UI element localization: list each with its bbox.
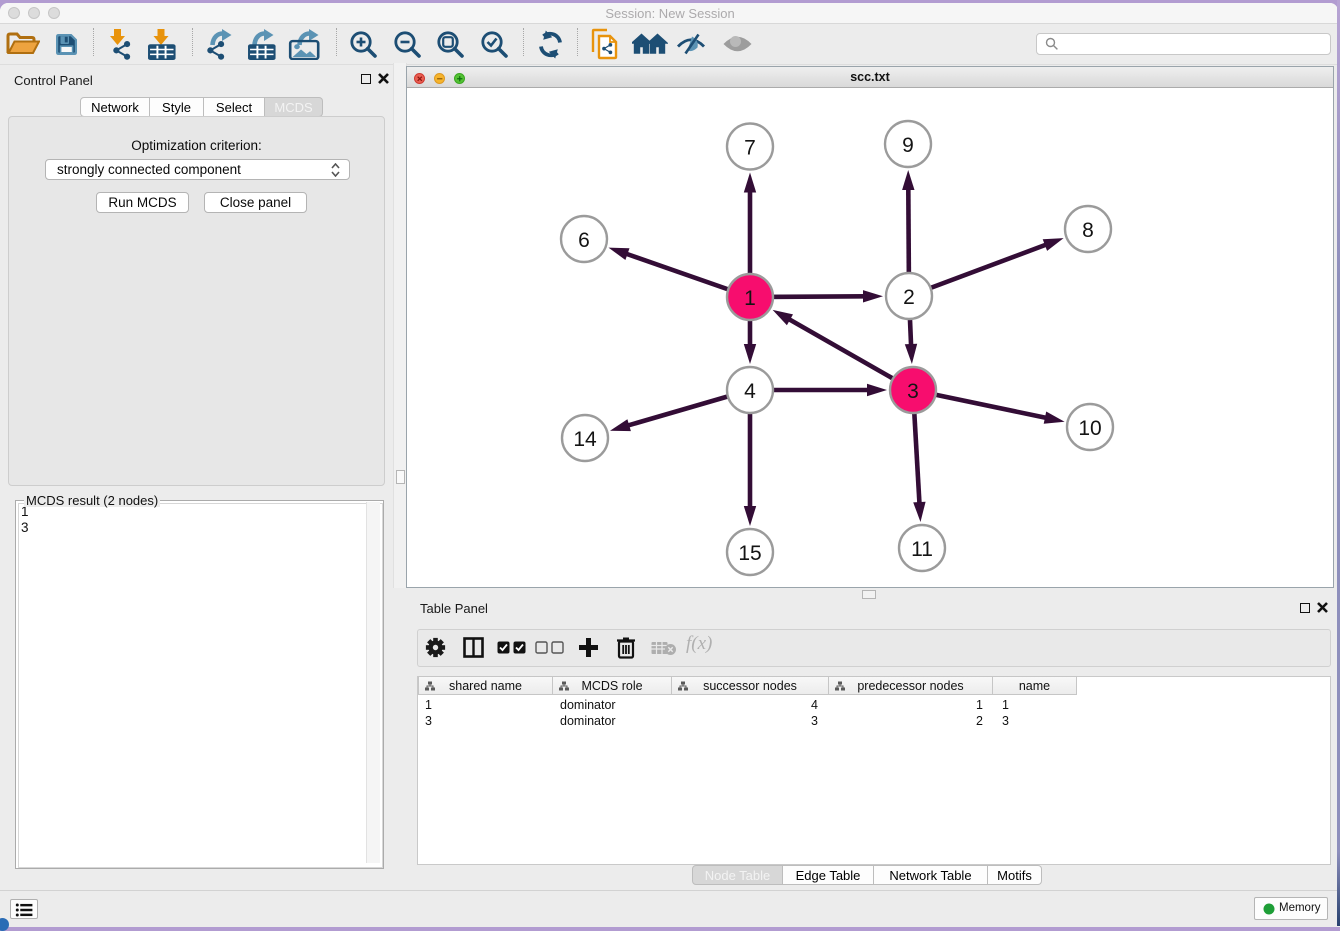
svg-text:15: 15 [738,542,761,565]
svg-text:2: 2 [903,286,915,309]
svg-text:7: 7 [744,136,756,159]
svg-text:10: 10 [1078,417,1101,440]
svg-text:1: 1 [744,287,756,310]
svg-text:8: 8 [1082,219,1094,242]
svg-text:11: 11 [911,538,933,561]
svg-text:3: 3 [907,380,919,403]
svg-text:4: 4 [744,380,756,403]
svg-text:14: 14 [573,428,597,451]
svg-text:6: 6 [578,229,590,252]
svg-text:9: 9 [902,134,914,157]
